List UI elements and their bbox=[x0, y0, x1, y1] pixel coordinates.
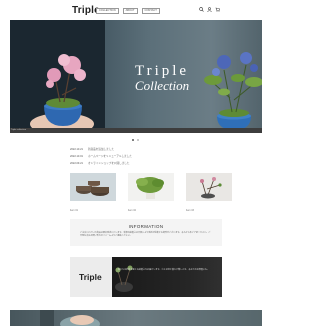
product-image bbox=[70, 173, 116, 201]
nav-item-contact[interactable]: CONTACT bbox=[141, 8, 160, 14]
news-title: 新商品を追加しました bbox=[87, 148, 114, 151]
banner-logo: Triple bbox=[79, 272, 102, 282]
news-item[interactable]: 2022.10.21 新商品を追加しました bbox=[70, 146, 220, 153]
nav-item-collection[interactable]: COLLECTION bbox=[96, 8, 119, 14]
news-item[interactable]: 2022.10.01 ホームページをリニューアルしました bbox=[70, 153, 220, 160]
product-card[interactable]: Item 03 bbox=[186, 173, 232, 212]
carousel-dot-1[interactable] bbox=[132, 139, 134, 141]
news-date: 2022.09.21 bbox=[70, 162, 83, 165]
hero-caption-bar: Triple collection bbox=[10, 128, 262, 133]
product-card[interactable]: Item 01 bbox=[70, 173, 116, 212]
main-nav: COLLECTION ABOUT CONTACT bbox=[96, 8, 160, 14]
cart-icon[interactable] bbox=[215, 7, 220, 12]
product-image bbox=[186, 173, 232, 201]
hero-caption: Triple collection bbox=[11, 129, 27, 131]
user-icon[interactable] bbox=[207, 7, 212, 12]
brand-banner[interactable]: Triple 私たちは四季を感じる鉢植えをお届けします。小さな緑と暮らす楽しさを… bbox=[70, 257, 222, 297]
news-list: 2022.10.21 新商品を追加しました 2022.10.01 ホームページを… bbox=[70, 146, 220, 167]
hero-slider[interactable]: Triple Collection Triple collection bbox=[10, 20, 262, 133]
site-header: Triple COLLECTION ABOUT CONTACT bbox=[0, 0, 272, 20]
product-label: Item 03 bbox=[186, 209, 194, 212]
news-date: 2022.10.01 bbox=[70, 155, 83, 158]
product-image bbox=[128, 173, 174, 201]
news-title: ホームページをリニューアルしました bbox=[87, 155, 132, 158]
banner-text: 私たちは四季を感じる鉢植えをお届けします。小さな緑と暮らす楽しさを、あなたのお部… bbox=[118, 269, 210, 271]
news-item[interactable]: 2022.09.21 オンラインショップを公開しました bbox=[70, 160, 220, 167]
news-date: 2022.10.21 bbox=[70, 148, 83, 151]
product-card[interactable]: Item 02 bbox=[128, 173, 174, 212]
footer-plant-image bbox=[40, 310, 100, 326]
product-label: Item 02 bbox=[128, 209, 136, 212]
hero-title: Triple bbox=[134, 63, 190, 79]
hero-subtitle: Collection bbox=[134, 78, 190, 93]
header-icons bbox=[199, 7, 220, 12]
information-body: ご注文いただいた商品は順次発送いたします。季節の鉢植えは天候により発送が前後する… bbox=[80, 232, 211, 238]
news-title: オンラインショップを公開しました bbox=[87, 162, 130, 165]
carousel-dots bbox=[132, 139, 139, 141]
nav-item-about[interactable]: ABOUT bbox=[122, 8, 138, 14]
product-label: Item 01 bbox=[70, 209, 78, 212]
information-box: INFORMATION ご注文いただいた商品は順次発送いたします。季節の鉢植えは… bbox=[70, 219, 222, 246]
banner-logo-panel: Triple bbox=[70, 257, 112, 297]
footer-hero-image bbox=[10, 310, 262, 326]
banner-image bbox=[112, 257, 222, 297]
banner-plant-image bbox=[115, 265, 133, 292]
product-grid: Item 01 Item 02 Item 03 bbox=[70, 173, 232, 212]
search-icon[interactable] bbox=[199, 7, 204, 12]
carousel-dot-2[interactable] bbox=[137, 139, 139, 141]
